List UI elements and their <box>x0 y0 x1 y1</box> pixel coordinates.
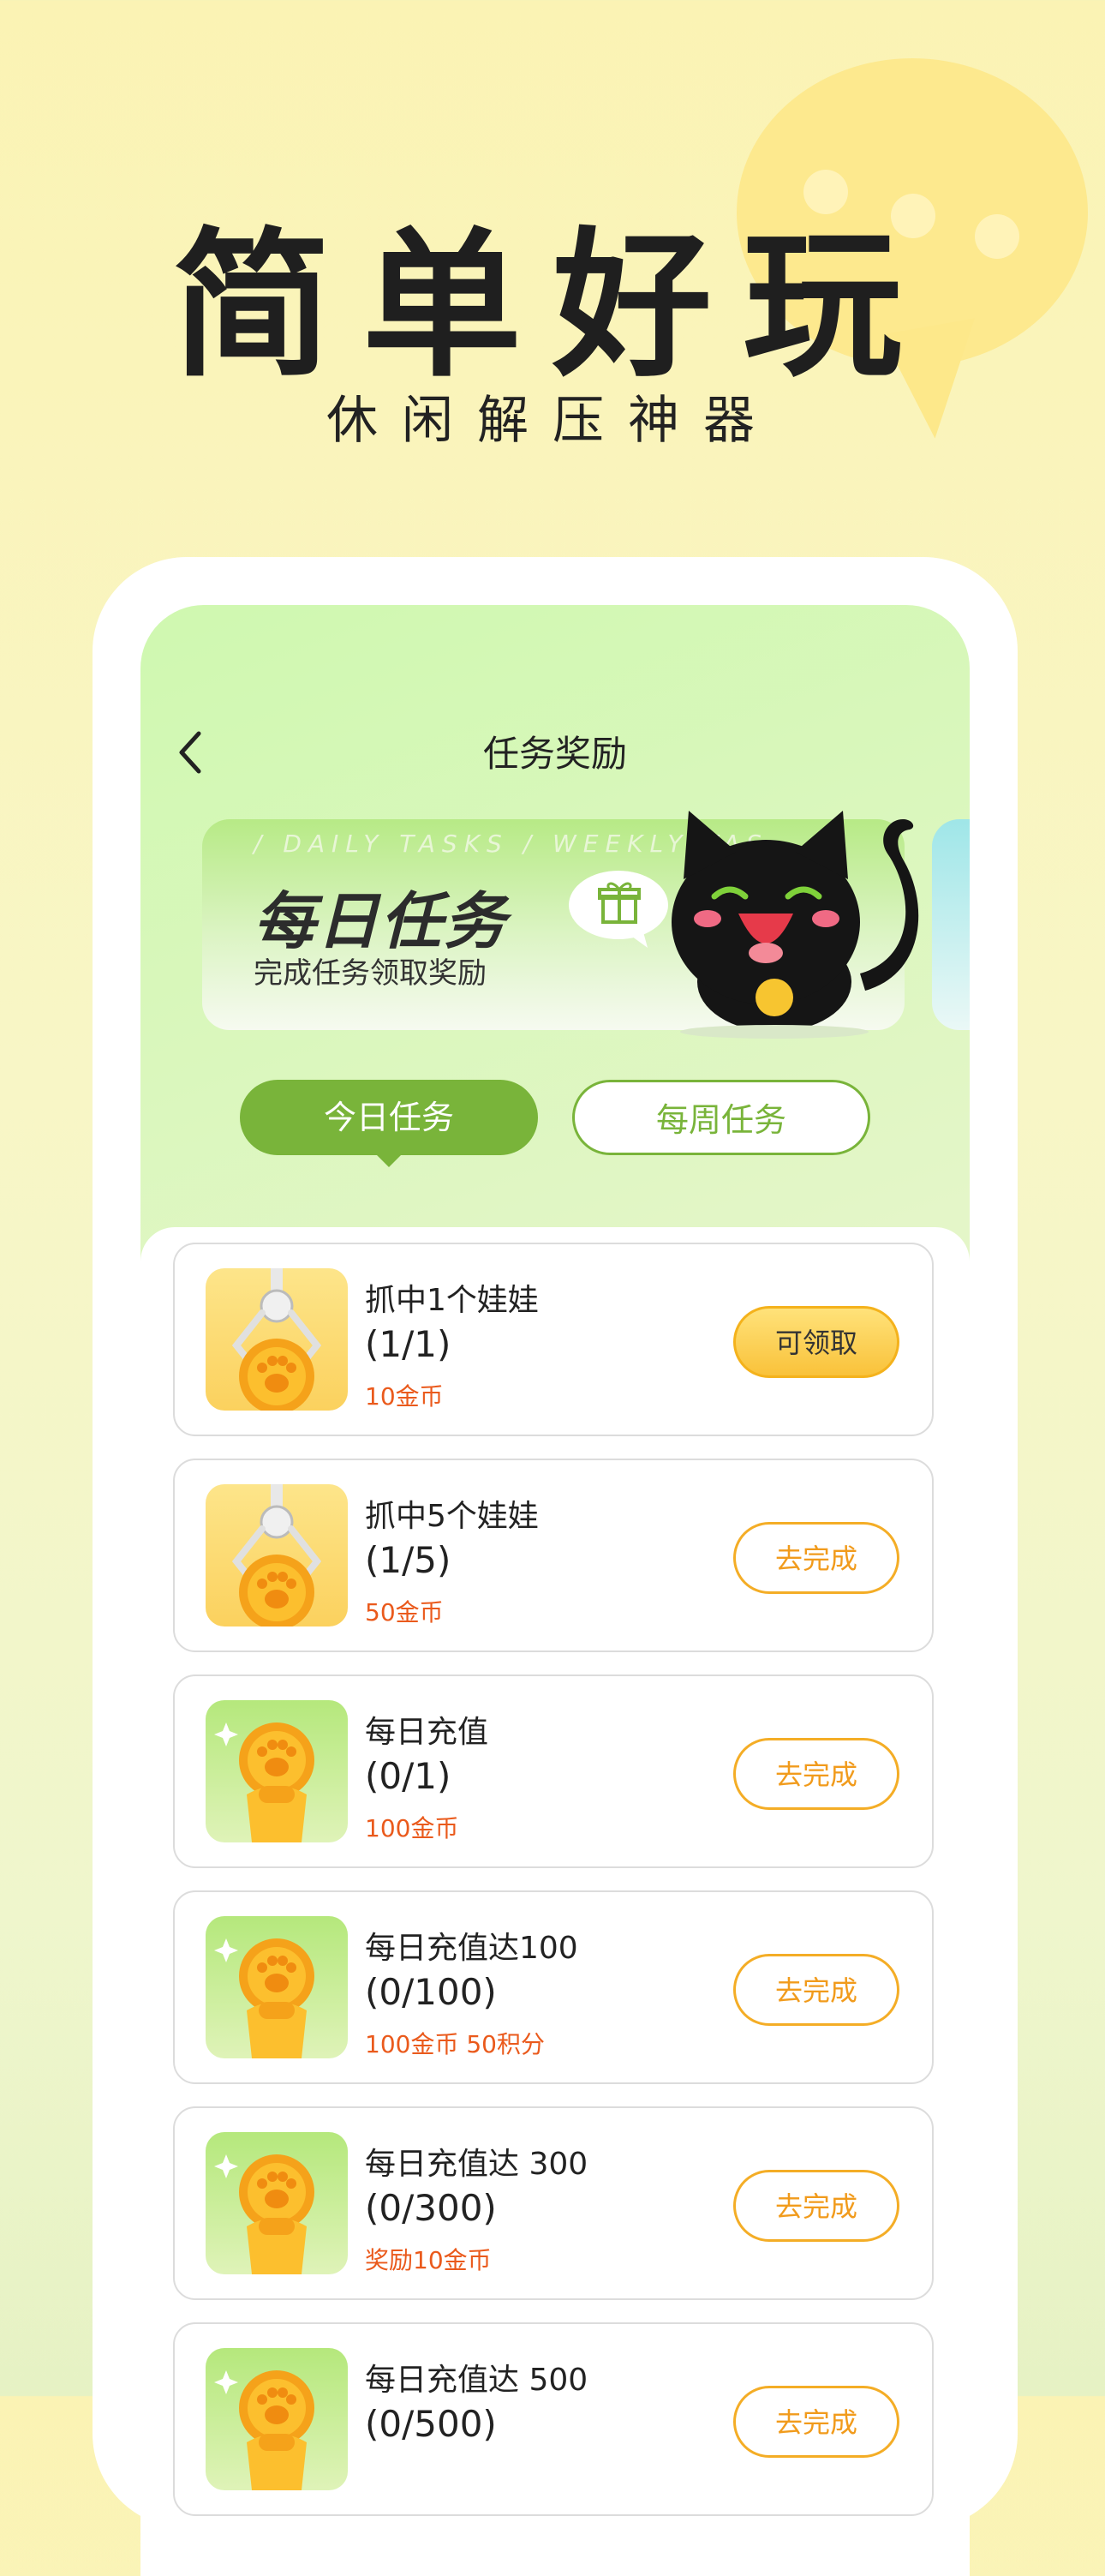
task-title: 抓中1个娃娃 <box>365 1283 539 1318</box>
task-reward: 100金币 50积分 <box>365 2030 545 2058</box>
task-card: 每日充值 (0/1) 100金币 去完成 <box>173 1674 934 1868</box>
task-tabs: 今日任务 每周任务 <box>140 1080 970 1167</box>
task-list: 抓中1个娃娃 (1/1) 10金币 可领取 抓中5个娃娃 (1/5) 50金币 … <box>140 1227 970 2576</box>
task-card: 每日充值达 500 (0/500) 去完成 <box>173 2322 934 2516</box>
task-progress: (0/500) <box>365 2403 497 2445</box>
task-reward: 10金币 <box>365 1382 444 1411</box>
task-progress: (0/300) <box>365 2187 497 2229</box>
tab-today-tasks[interactable]: 今日任务 <box>240 1080 538 1167</box>
task-card: 每日充值达100 (0/100) 100金币 50积分 去完成 <box>173 1890 934 2084</box>
go-complete-button[interactable]: 去完成 <box>733 2386 899 2458</box>
task-title: 每日充值达100 <box>365 1931 578 1966</box>
phone-frame: 任务奖励 / DAILY TASKS / WEEKLY TAS 每日任务 完成任… <box>93 557 1018 2576</box>
task-card: 每日充值达 300 (0/300) 奖励10金币 去完成 <box>173 2106 934 2300</box>
weekly-tasks-banner-peek[interactable] <box>932 819 970 1030</box>
paw-coin-icon <box>206 1916 348 2058</box>
claim-button[interactable]: 可领取 <box>733 1306 899 1378</box>
hero-subtitle: 休闲解压神器 <box>326 391 779 451</box>
paw-coin-icon <box>206 2132 348 2274</box>
gift-icon <box>569 871 668 948</box>
banner-subtitle: 完成任务领取奖励 <box>254 956 487 991</box>
hero-title: 简单好玩 <box>171 213 933 398</box>
task-progress: (0/100) <box>365 1971 497 2013</box>
tab-weekly-tasks[interactable]: 每周任务 <box>572 1080 870 1155</box>
task-progress: (0/1) <box>365 1755 451 1797</box>
go-complete-button[interactable]: 去完成 <box>733 1738 899 1810</box>
banner-title: 每日任务 <box>254 885 508 957</box>
paw-coin-icon <box>206 2348 348 2490</box>
task-reward: 100金币 <box>365 1814 459 1842</box>
claw-coin-icon <box>206 1268 348 1411</box>
task-progress: (1/1) <box>365 1323 451 1365</box>
task-title: 每日充值 <box>365 1715 489 1750</box>
go-complete-button[interactable]: 去完成 <box>733 1954 899 2026</box>
claw-coin-icon <box>206 1484 348 1626</box>
task-title: 每日充值达 500 <box>365 2363 588 2398</box>
task-card: 抓中1个娃娃 (1/1) 10金币 可领取 <box>173 1243 934 1436</box>
task-reward: 50金币 <box>365 1598 444 1626</box>
app-screen: 任务奖励 / DAILY TASKS / WEEKLY TAS 每日任务 完成任… <box>140 605 970 2576</box>
go-complete-button[interactable]: 去完成 <box>733 2170 899 2242</box>
task-title: 每日充值达 300 <box>365 2147 588 2182</box>
task-title: 抓中5个娃娃 <box>365 1499 539 1534</box>
black-cat-mascot-icon <box>672 811 919 1039</box>
task-progress: (1/5) <box>365 1539 451 1581</box>
go-complete-button[interactable]: 去完成 <box>733 1522 899 1594</box>
task-card: 抓中5个娃娃 (1/5) 50金币 去完成 <box>173 1459 934 1652</box>
task-reward: 奖励10金币 <box>365 2246 492 2274</box>
paw-coin-icon <box>206 1700 348 1842</box>
